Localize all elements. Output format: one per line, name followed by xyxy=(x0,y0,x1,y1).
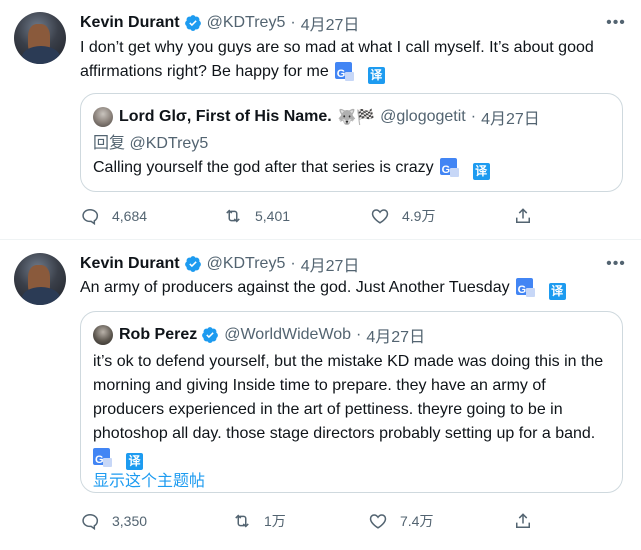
quoted-author-handle: @WorldWideWob xyxy=(224,326,352,343)
tweet-header: Kevin Durant @KDTrey5 · 4月27日 xyxy=(80,12,359,34)
tweet-header: Kevin Durant @KDTrey5 · 4月27日 xyxy=(80,253,359,275)
verified-badge-icon xyxy=(184,15,201,31)
reply-icon xyxy=(82,513,99,531)
share-button[interactable] xyxy=(513,205,533,227)
tweet[interactable]: Kevin Durant @KDTrey5 · 4月27日 ••• I don’… xyxy=(0,0,641,240)
reply-to-label: 回复 @KDTrey5 xyxy=(93,135,209,152)
more-horizontal-icon[interactable]: ••• xyxy=(605,12,627,34)
author-handle[interactable]: @KDTrey5 xyxy=(207,255,286,273)
quoted-text-content: it’s ok to defend yourself, but the mist… xyxy=(93,353,604,442)
action-bar: 3,350 1万 7.4万 xyxy=(80,510,550,532)
share-icon xyxy=(516,208,530,223)
separator-dot: · xyxy=(290,14,296,31)
retweet-button[interactable]: 5,401 xyxy=(223,205,290,227)
avatar xyxy=(93,325,113,345)
quoted-author-handle: @glogogetit xyxy=(380,108,466,125)
quoted-tweet[interactable]: Rob Perez @WorldWideWob · 4月27日 it’s ok … xyxy=(80,311,623,493)
reply-icon xyxy=(82,208,99,226)
like-button[interactable]: 4.9万 xyxy=(370,205,435,227)
reply-count: 4,684 xyxy=(112,208,148,224)
retweet-count: 1万 xyxy=(264,513,286,529)
avatar xyxy=(93,107,113,127)
more-horizontal-icon[interactable]: ••• xyxy=(605,253,627,275)
heart-icon xyxy=(371,209,389,224)
quoted-author-name: Rob Perez xyxy=(119,326,198,343)
separator-dot: · xyxy=(290,255,296,272)
reply-button[interactable]: 4,684 xyxy=(80,205,147,227)
author-handle[interactable]: @KDTrey5 xyxy=(207,14,286,32)
translate-icon[interactable]: 译 xyxy=(126,453,143,470)
google-translate-icon[interactable] xyxy=(439,158,459,182)
tweet-text-content: An army of producers against the god. Ju… xyxy=(80,279,510,296)
action-bar: 4,684 5,401 4.9万 xyxy=(80,205,550,227)
quoted-tweet-date: 4月27日 xyxy=(366,329,426,346)
show-thread-link[interactable]: 显示这个主题帖 xyxy=(93,470,613,494)
avatar[interactable] xyxy=(14,253,66,305)
retweet-count: 5,401 xyxy=(255,208,291,224)
quoted-tweet-date: 4月27日 xyxy=(481,111,540,128)
quoted-tweet[interactable]: Lord Glσ, First of His Name. 🐺🏁 @glogoge… xyxy=(80,93,623,192)
retweet-icon xyxy=(235,514,249,528)
verified-badge-icon xyxy=(184,256,201,272)
google-translate-icon[interactable] xyxy=(93,448,112,472)
tweet-date[interactable]: 4月27日 xyxy=(301,11,360,35)
quoted-author-name: Lord Glσ, First of His Name. xyxy=(119,108,332,125)
google-translate-icon[interactable] xyxy=(515,278,535,302)
author-name[interactable]: Kevin Durant xyxy=(80,14,180,32)
avatar[interactable] xyxy=(14,12,66,64)
share-icon xyxy=(516,513,530,528)
author-name[interactable]: Kevin Durant xyxy=(80,255,180,273)
translate-icon[interactable]: 译 xyxy=(548,283,566,300)
heart-icon xyxy=(369,514,387,529)
name-emoji: 🐺🏁 xyxy=(337,109,376,126)
tweet[interactable]: Kevin Durant @KDTrey5 · 4月27日 ••• An arm… xyxy=(0,240,641,550)
separator-dot: · xyxy=(356,326,362,343)
like-count: 7.4万 xyxy=(400,513,434,529)
tweet-date[interactable]: 4月27日 xyxy=(301,252,360,276)
retweet-icon xyxy=(226,209,240,223)
google-translate-icon[interactable] xyxy=(334,62,354,86)
translate-icon[interactable]: 译 xyxy=(472,163,490,180)
quoted-tweet-header: Lord Glσ, First of His Name. 🐺🏁 @glogoge… xyxy=(93,106,540,128)
reply-count: 3,350 xyxy=(112,513,148,529)
share-button[interactable] xyxy=(513,510,533,532)
quoted-tweet-text: it’s ok to defend yourself, but the mist… xyxy=(93,350,613,494)
quoted-tweet-text: 回复 @KDTrey5 Calling yourself the god aft… xyxy=(93,132,613,182)
tweet-text: I don’t get why you guys are so mad at w… xyxy=(80,36,625,86)
like-count: 4.9万 xyxy=(402,208,436,224)
retweet-button[interactable]: 1万 xyxy=(232,510,286,532)
verified-badge-icon xyxy=(202,327,219,343)
tweet-text: An army of producers against the god. Ju… xyxy=(80,276,625,302)
translate-icon[interactable]: 译 xyxy=(367,67,385,84)
quoted-tweet-header: Rob Perez @WorldWideWob · 4月27日 xyxy=(93,324,425,346)
reply-button[interactable]: 3,350 xyxy=(80,510,147,532)
separator-dot: · xyxy=(470,108,477,125)
quoted-text-content: Calling yourself the god after that seri… xyxy=(93,159,434,176)
like-button[interactable]: 7.4万 xyxy=(368,510,433,532)
